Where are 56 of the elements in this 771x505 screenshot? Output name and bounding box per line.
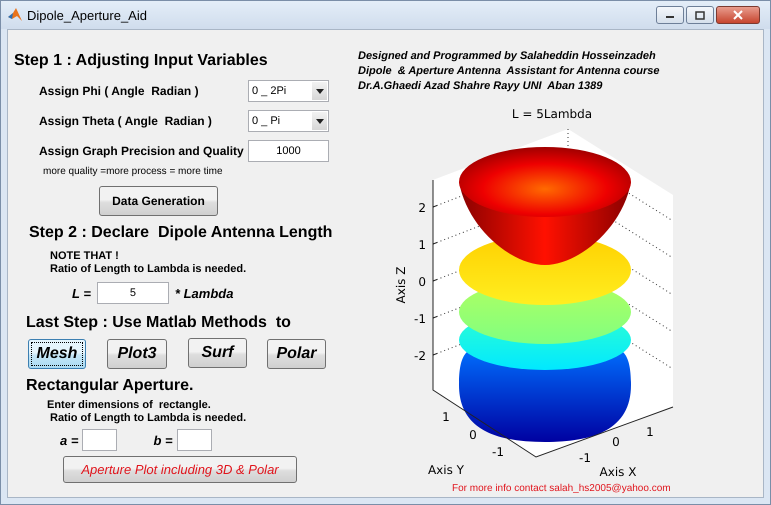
credit-line: Dr.A.Ghaedi Azad Shahre Rayy UNI Aban 1389	[357, 79, 602, 94]
method-button[interactable]: Plot3	[107, 339, 167, 369]
y-axis-label: Axis Y	[428, 463, 464, 477]
length-label: L =	[72, 286, 91, 300]
method-button[interactable]: Surf	[188, 338, 247, 368]
a-field[interactable]	[82, 429, 118, 451]
z-tick-label: 0	[418, 275, 426, 289]
y-tick-label: -1	[492, 445, 504, 459]
instruction-text: Enter dimensions of rectangle.	[47, 399, 211, 411]
length-field[interactable]: 5	[96, 282, 169, 304]
credit-line: Dipole & Aperture Antenna Assistant for Antenna course	[357, 64, 660, 79]
app-icon	[7, 7, 23, 23]
x-tick-label: 1	[646, 425, 654, 439]
minimize-button[interactable]	[656, 6, 684, 24]
plot-title: L = 5Lambda	[512, 107, 592, 121]
z-axis-label: Axis Z	[394, 266, 408, 304]
contact-text: For more info contact salah_hs2005@yahoo.com	[452, 483, 671, 494]
x-tick-label: -1	[579, 451, 591, 465]
z-tick-label: -2	[414, 349, 426, 363]
section-heading: Rectangular Aperture.	[26, 377, 194, 395]
z-tick-label: 1	[418, 238, 426, 252]
y-tick-label: 1	[442, 410, 450, 424]
note-title: NOTE THAT !	[50, 250, 119, 262]
b-field[interactable]	[176, 429, 212, 451]
maximize-icon	[695, 10, 705, 20]
a-label: a =	[60, 432, 78, 448]
phi-dropdown[interactable]: 0 _ 2Pi	[248, 80, 329, 102]
credit-line: Designed and Programmed by Salaheddin Hosseinzadeh	[357, 49, 656, 64]
z-tick-label: 2	[418, 201, 426, 215]
close-icon	[733, 10, 743, 20]
maximize-button[interactable]	[686, 6, 714, 24]
section-heading: Step 1 : Adjusting Input Variables	[14, 52, 268, 70]
section-heading: Last Step : Use Matlab Methods to	[26, 314, 291, 332]
z-tick-label: -1	[414, 312, 426, 326]
theta-dropdown[interactable]: 0 _ Pi	[248, 110, 329, 132]
method-button[interactable]: Polar	[267, 339, 326, 369]
b-label: b =	[153, 432, 173, 448]
length-unit: * Lambda	[174, 286, 234, 300]
x-tick-label: 0	[612, 435, 620, 449]
aperture-plot-button[interactable]: Aperture Plot including 3D & Polar	[63, 456, 297, 483]
section-heading: Step 2 : Declare Dipole Antenna Length	[29, 224, 332, 242]
dropdown-arrow-icon	[316, 88, 324, 94]
instruction-text: Ratio of Length to Lambda is needed.	[50, 412, 246, 424]
dropdown-arrow-icon	[316, 118, 324, 124]
x-axis-label: Axis X	[600, 465, 636, 479]
data-generation-button[interactable]: Data Generation	[99, 186, 218, 216]
precision-label: Assign Graph Precision and Quality	[39, 144, 245, 158]
phi-label: Assign Phi ( Angle Radian )	[39, 84, 200, 98]
note-text: Ratio of Length to Lambda is needed.	[50, 263, 246, 275]
close-button[interactable]	[716, 6, 760, 24]
window-title: Dipole_Aperture_Aid	[27, 8, 147, 22]
method-button[interactable]: Mesh	[28, 339, 86, 369]
y-tick-label: 0	[469, 428, 477, 442]
theta-label: Assign Theta ( Angle Radian )	[39, 114, 213, 128]
precision-note: more quality =more process = more time	[42, 166, 223, 177]
precision-field[interactable]: 1000	[248, 140, 329, 162]
